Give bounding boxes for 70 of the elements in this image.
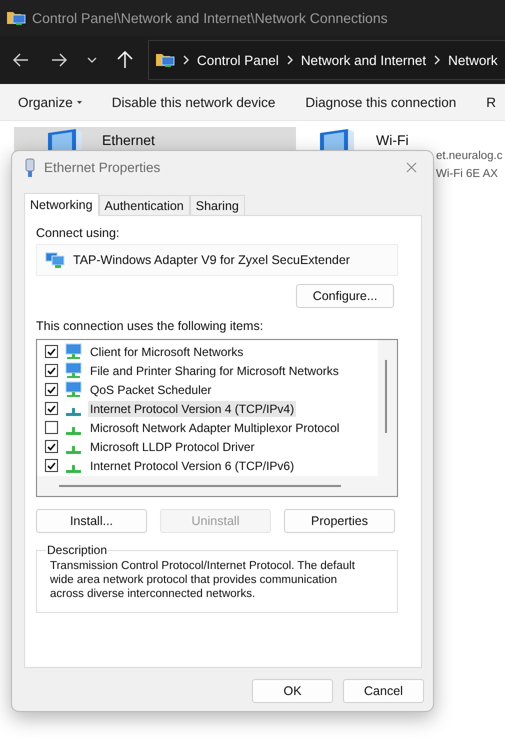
protocol-icon <box>66 464 81 472</box>
list-item[interactable]: Microsoft LLDP Protocol Driver <box>37 437 378 456</box>
breadcrumb[interactable]: Network and Internet <box>300 52 426 68</box>
item-label: QoS Packet Scheduler <box>89 382 212 398</box>
list-item[interactable]: QoS Packet Scheduler <box>37 380 378 399</box>
chevron-icon <box>183 55 189 65</box>
tab[interactable]: Authentication <box>98 195 190 215</box>
item-label: File and Printer Sharing for Microsoft Networks <box>89 362 340 378</box>
list-item[interactable]: Internet Protocol Version 6 (TCP/IPv6) <box>37 456 378 475</box>
chevron-icon <box>286 55 293 65</box>
network-adapter-icon <box>45 252 65 268</box>
adapter-name: TAP-Windows Adapter V9 for Zyxel SecuExtender <box>73 253 350 267</box>
checkbox[interactable] <box>45 364 58 377</box>
list-item[interactable]: File and Printer Sharing for Microsoft Networks <box>37 361 378 380</box>
breadcrumb[interactable]: Control Panel <box>197 52 279 68</box>
window-title: Control Panel\Network and Internet\Network Connections <box>32 10 388 26</box>
item-label: Microsoft Network Adapter Multiplexor Protocol <box>89 420 340 436</box>
configure-button[interactable]: Configure... <box>296 284 394 308</box>
checkbox[interactable] <box>45 421 58 434</box>
checkbox[interactable] <box>45 440 58 453</box>
list-item[interactable]: Internet Protocol Version 4 (TCP/IPv4) <box>37 399 378 418</box>
chevron-icon <box>434 55 440 65</box>
back-arrow-icon <box>13 53 29 67</box>
checkbox[interactable] <box>45 345 58 358</box>
connection-name: Ethernet <box>102 131 155 148</box>
item-label: Client for Microsoft Networks <box>89 344 244 360</box>
checkbox[interactable] <box>45 459 58 472</box>
organize-menu[interactable]: Organize <box>18 94 82 110</box>
list-item[interactable]: Client for Microsoft Networks <box>37 342 378 361</box>
checkbox[interactable] <box>45 383 58 396</box>
item-button[interactable]: Install... <box>36 509 147 533</box>
network-folder-icon <box>155 51 175 69</box>
protocol-icon <box>66 446 81 454</box>
breadcrumb[interactable]: Network <box>448 52 498 68</box>
network-service-icon <box>64 343 82 360</box>
horizontal-scrollbar[interactable] <box>59 485 341 487</box>
close-button[interactable] <box>404 160 419 175</box>
ethernet-plug-icon <box>24 158 36 178</box>
up-arrow-icon <box>117 51 133 69</box>
network-service-icon <box>64 362 82 379</box>
connection-name: Wi-Fi <box>376 131 410 148</box>
network-service-icon <box>64 381 82 398</box>
item-label: Internet Protocol Version 4 (TCP/IPv4) <box>88 400 296 416</box>
list-item[interactable]: Microsoft Network Adapter Multiplexor Protocol <box>37 418 378 437</box>
tab[interactable]: Networking <box>24 193 99 216</box>
toolbar-button[interactable]: R <box>486 94 496 110</box>
item-label: Internet Protocol Version 6 (TCP/IPv6) <box>89 458 296 474</box>
vertical-scrollbar[interactable] <box>385 360 387 433</box>
description-text: Transmission Control Protocol/Internet Protocol. The default wide area network protocol that provides communication across diverse interconnected networks. <box>50 559 356 601</box>
caret-icon <box>76 100 82 104</box>
checkbox[interactable] <box>45 402 58 415</box>
tab[interactable]: Sharing <box>190 195 245 215</box>
network-folder-icon <box>6 9 26 27</box>
chevron-down-icon <box>87 57 97 63</box>
item-label: Microsoft LLDP Protocol Driver <box>89 438 256 454</box>
protocol-icon <box>66 426 81 434</box>
protocol-icon <box>66 408 81 416</box>
list-label: This connection uses the following items: <box>36 319 264 333</box>
toolbar-button[interactable]: Diagnose this connection <box>305 94 456 110</box>
forward-arrow-icon <box>51 53 67 67</box>
group-label: Description <box>46 543 108 557</box>
dialog-button[interactable]: Cancel <box>343 679 424 703</box>
connection-detail: Wi-Fi 6E AX <box>436 168 499 180</box>
toolbar-button[interactable]: Disable this network device <box>112 94 276 110</box>
connection-detail: et.neuralog.c <box>436 150 502 162</box>
field-label: Connect using: <box>36 226 120 240</box>
dialog-title: Ethernet Properties <box>44 160 162 175</box>
dialog-button[interactable]: OK <box>252 679 333 703</box>
item-button[interactable]: Properties <box>284 509 395 533</box>
address-bar[interactable]: Control Panel Network and Internet Network <box>148 40 505 80</box>
